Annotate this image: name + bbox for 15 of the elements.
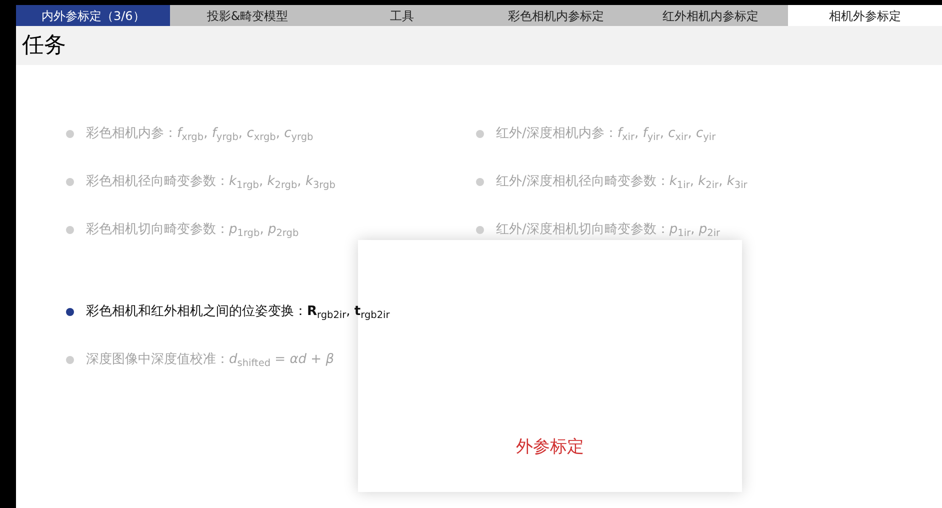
- bullet-text: 彩色相机径向畸变参数：k$_{1rgb}$, k$_{2rgb}$, k$_{3rgb}$: [86, 173, 336, 192]
- bullet-text: 彩色相机内参：f$_{xrgb}$, f$_{yrgb}$, c$_{xrgb}$, c$_{yrgb}$: [86, 125, 314, 144]
- tab[interactable]: 投影&畸变模型: [170, 5, 325, 26]
- tab[interactable]: 工具: [324, 5, 479, 26]
- bullet-text: 彩色相机切向畸变参数：p$_{1rgb}$, p$_{2rgb}$: [86, 221, 299, 240]
- popup-label: 外参标定: [516, 436, 584, 458]
- bullet-text: 深度图像中深度值校准：d$_{shifted}$ = αd + β: [86, 351, 334, 370]
- tab[interactable]: 红外相机内参标定: [633, 5, 788, 26]
- bullet-text: 红外/深度相机径向畸变参数：k$_{1ir}$, k$_{2ir}$, k$_{3ir}$: [496, 173, 748, 192]
- page-title: 任务: [22, 32, 66, 60]
- bullet-text: 红外/深度相机内参：f$_{xir}$, f$_{yir}$, c$_{xir}$, c$_{yir}$: [496, 125, 716, 144]
- tab[interactable]: 内外参标定（3/6）: [16, 5, 170, 26]
- tab[interactable]: 彩色相机内参标定: [478, 5, 634, 26]
- bullet-text: 红外/深度相机切向畸变参数：p$_{1ir}$, p$_{2ir}$: [496, 221, 720, 240]
- bullet-text: 彩色相机和红外相机之间的位姿变换：R$_{rgb2ir}$, t$_{rgb2ir}$: [86, 303, 390, 322]
